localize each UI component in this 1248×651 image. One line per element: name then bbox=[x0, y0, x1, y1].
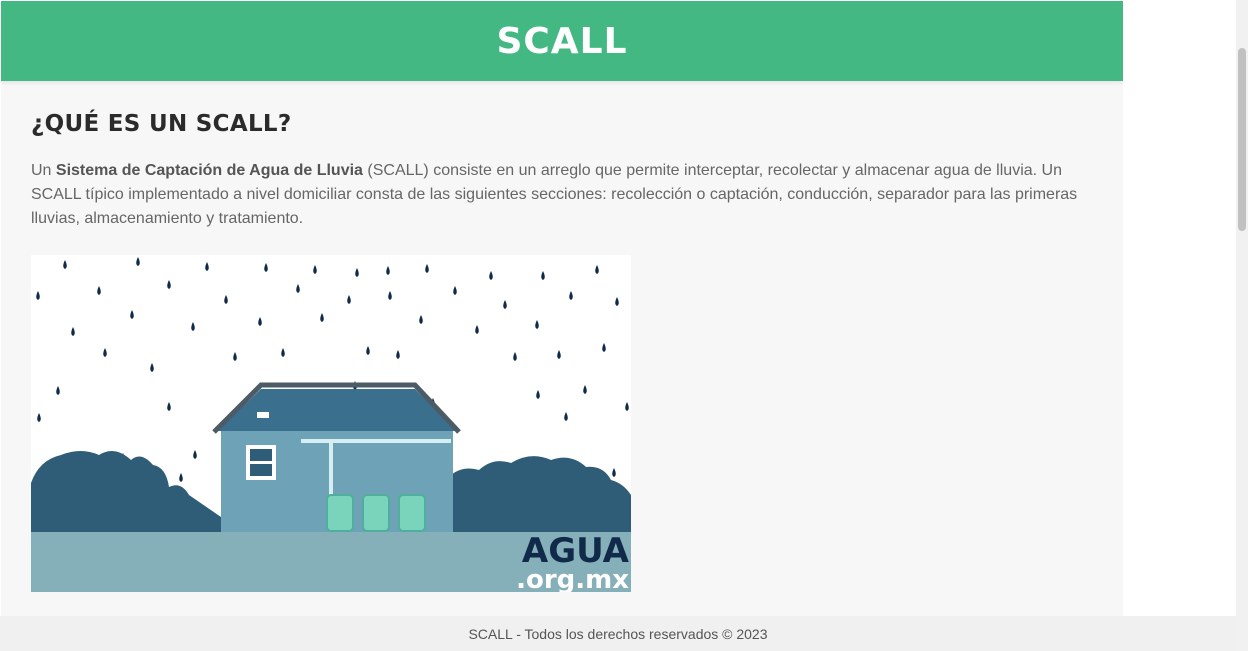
scrollbar[interactable] bbox=[1236, 0, 1248, 651]
house-rainwater-illustration: AGUA .org.mx bbox=[31, 255, 631, 592]
site-title: SCALL bbox=[496, 20, 628, 62]
scrollbar-thumb[interactable] bbox=[1238, 48, 1246, 231]
site-header: SCALL bbox=[1, 1, 1123, 81]
water-tanks bbox=[326, 494, 426, 532]
intro-paragraph: Un Sistema de Captación de Agua de Lluvi… bbox=[31, 159, 1093, 231]
site-footer: SCALL - Todos los derechos reservados © … bbox=[0, 616, 1236, 651]
paragraph-bold-term: Sistema de Captación de Agua de Lluvia bbox=[55, 162, 363, 179]
logo-line2: .org.mx bbox=[516, 565, 629, 592]
section-heading: ¿QUÉ ES UN SCALL? bbox=[31, 111, 292, 137]
footer-text: SCALL - Todos los derechos reservados © … bbox=[468, 625, 768, 642]
main-content: ¿QUÉ ES UN SCALL? Un Sistema de Captació… bbox=[1, 81, 1123, 592]
page: SCALL ¿QUÉ ES UN SCALL? Un Sistema de Ca… bbox=[1, 1, 1123, 616]
paragraph-prefix: Un bbox=[31, 162, 56, 179]
